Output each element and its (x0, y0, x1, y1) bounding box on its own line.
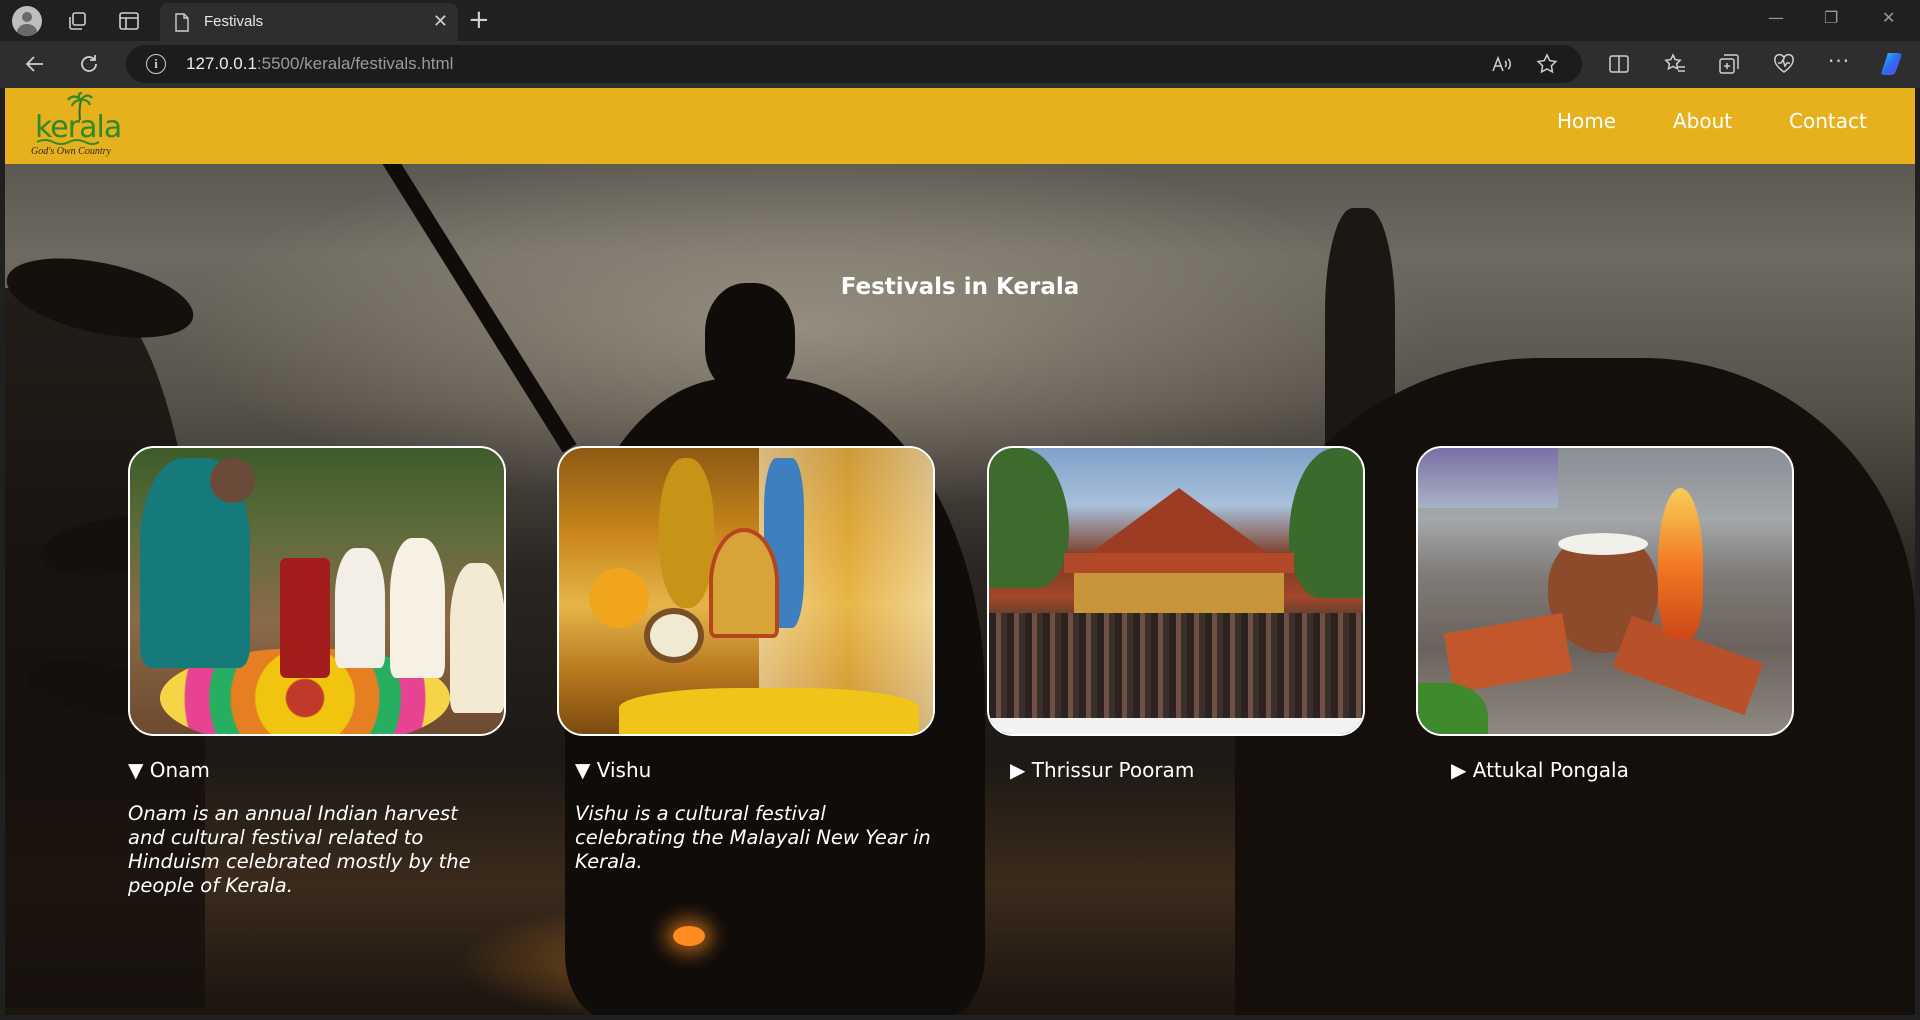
collections-icon[interactable] (1718, 53, 1740, 75)
onam-description: Onam is an annual Indian harvest and cul… (128, 802, 471, 897)
tab-festivals[interactable]: Festivals ✕ (160, 3, 458, 41)
vertical-tabs-icon[interactable] (118, 10, 140, 32)
onam-summary[interactable]: ▼ Onam (128, 758, 210, 782)
split-screen-icon[interactable] (1608, 53, 1630, 75)
back-icon[interactable] (24, 53, 46, 75)
thrissur-pooram-summary[interactable]: ▶ Thrissur Pooram (1010, 758, 1194, 782)
attukal-pongala-image (1416, 446, 1794, 736)
logo-tagline: God's Own Country (31, 146, 111, 157)
site-info-icon[interactable]: i (146, 54, 166, 74)
attukal-pongala-summary[interactable]: ▶ Attukal Pongala (1451, 758, 1629, 782)
read-aloud-icon[interactable] (1490, 53, 1512, 75)
nav-home[interactable]: Home (1557, 109, 1616, 133)
tab-title: Festivals (204, 13, 264, 30)
close-window-icon[interactable]: ✕ (1882, 8, 1895, 27)
address-bar[interactable]: i 127.0.0.1:5500/kerala/festivals.html (126, 45, 1582, 83)
expanded-marker-icon: ▼ (575, 758, 591, 782)
page-icon (175, 13, 189, 32)
site-logo[interactable]: kerala God's Own Country (19, 90, 122, 162)
favorite-star-icon[interactable] (1536, 53, 1558, 75)
browser-essentials-icon[interactable] (1773, 53, 1795, 75)
favorites-icon[interactable] (1664, 53, 1686, 75)
tab-close-icon[interactable]: ✕ (433, 11, 448, 32)
vishu-description: Vishu is a cultural festival celebrating… (575, 802, 931, 873)
page-title: Festivals in Kerala (840, 274, 1080, 300)
collapsed-marker-icon: ▶ (1451, 758, 1467, 782)
workspaces-icon[interactable] (66, 10, 88, 32)
new-tab-icon[interactable]: + (468, 5, 490, 35)
more-options-icon[interactable]: ··· (1828, 49, 1850, 73)
thrissur-pooram-image (987, 446, 1365, 736)
profile-avatar[interactable] (12, 6, 42, 36)
nav-contact[interactable]: Contact (1789, 109, 1867, 133)
browser-toolbar: i 127.0.0.1:5500/kerala/festivals.html ·… (0, 41, 1920, 88)
page-viewport: kerala God's Own Country Home About Cont… (5, 88, 1915, 1015)
url-text[interactable]: 127.0.0.1:5500/kerala/festivals.html (186, 54, 453, 74)
refresh-icon[interactable] (78, 53, 100, 75)
lamp-flame (673, 926, 705, 946)
site-navbar: kerala God's Own Country Home About Cont… (5, 88, 1915, 164)
restore-icon[interactable]: ❐ (1824, 8, 1838, 27)
minimize-icon[interactable]: — (1768, 8, 1784, 27)
browser-titlebar: Festivals ✕ + — ❐ ✕ (0, 0, 1920, 41)
expanded-marker-icon: ▼ (128, 758, 144, 782)
collapsed-marker-icon: ▶ (1010, 758, 1026, 782)
nav-about[interactable]: About (1673, 109, 1732, 133)
vishu-summary[interactable]: ▼ Vishu (575, 758, 651, 782)
vishu-image (557, 446, 935, 736)
logo-wave-icon (37, 139, 99, 145)
copilot-icon[interactable] (1880, 51, 1908, 77)
onam-image (128, 446, 506, 736)
